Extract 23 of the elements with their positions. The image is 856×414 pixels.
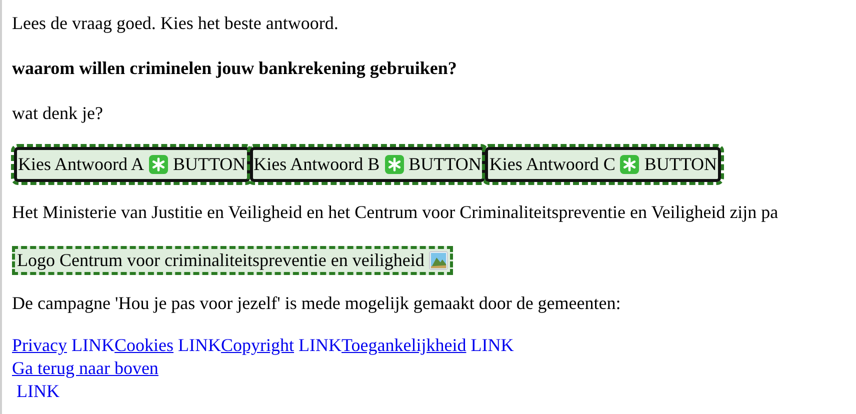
question-text: waarom willen criminelen jouw bankrekening gebruiken? (12, 57, 458, 80)
asterisk-icon (384, 155, 404, 174)
answer-button[interactable]: Kies Antwoord B BUTTON (250, 147, 486, 182)
campaign-text: De campagne 'Hou je pas voor jezelf' is mede mogelijk gemaakt door de gemeenten: (12, 292, 622, 315)
sponsor-text: Het Ministerie van Justitie en Veiligheid en het Centrum voor Criminaliteitspreventie en Veiligheid zijn pa (12, 201, 780, 224)
answer-button[interactable]: Kies Antwoord A BUTTON (14, 147, 250, 182)
asterisk-icon (620, 155, 640, 174)
instruction-text: Lees de vraag goed. Kies het beste antwoord. (12, 12, 340, 35)
footer-link[interactable]: Copyright (221, 335, 294, 355)
link-label: LINK (16, 381, 60, 401)
logo-alt-text: Logo Centrum voor criminaliteitspreventie en veiligheid (17, 249, 424, 272)
footer-link[interactable]: Cookies (114, 335, 174, 355)
link-label: LINK (298, 335, 342, 355)
prompt-text: wat denk je? (12, 102, 104, 125)
footer-link[interactable]: Privacy (12, 335, 67, 355)
link-label: LINK (470, 335, 514, 355)
link-label: LINK (177, 335, 221, 355)
link-label: LINK (70, 335, 114, 355)
image-icon (429, 251, 448, 270)
asterisk-icon (149, 155, 168, 174)
back-to-top-link[interactable]: Ga terug naar boven (12, 358, 158, 378)
answer-button[interactable]: Kies Antwoord C BUTTON (485, 147, 722, 182)
footer-link[interactable]: Toegankelijkheid (342, 335, 466, 355)
